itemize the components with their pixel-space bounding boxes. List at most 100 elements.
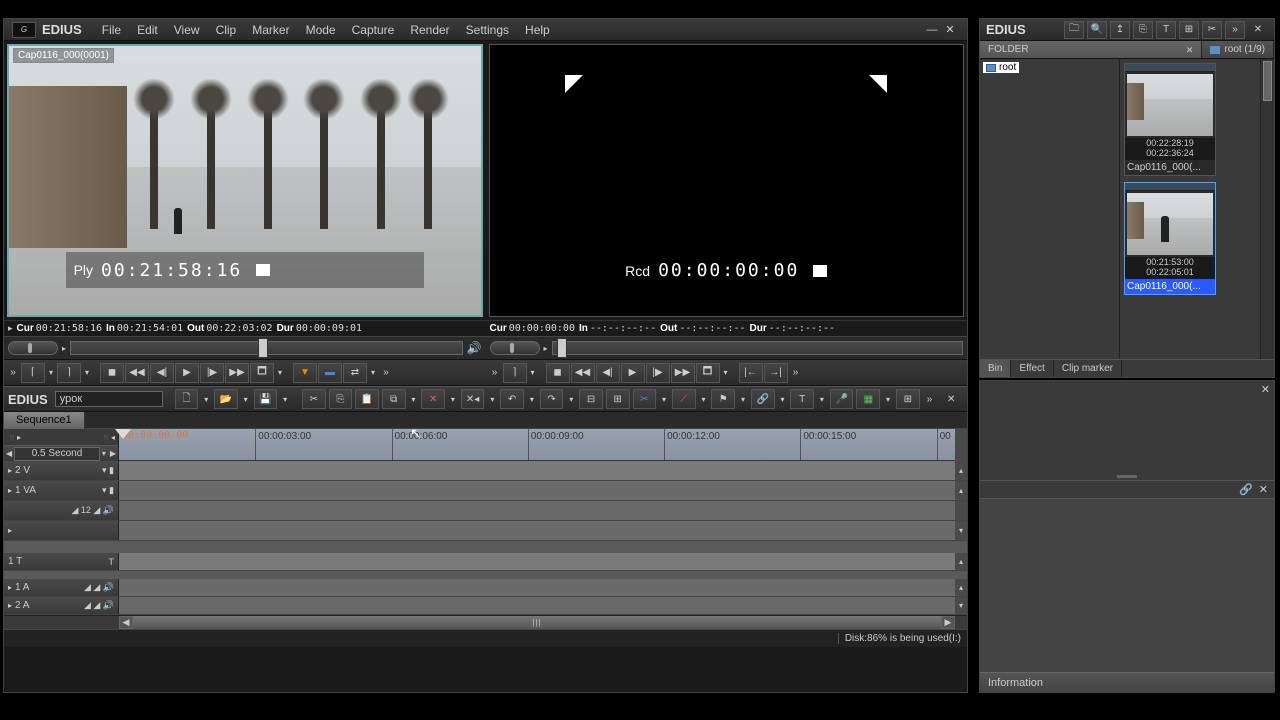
layout-button[interactable]: ⊞ xyxy=(896,389,920,409)
expand-icon[interactable]: » xyxy=(789,363,803,383)
open-button[interactable]: 📂 xyxy=(214,389,238,409)
jog-wheel[interactable] xyxy=(8,341,58,355)
split-button[interactable]: ✂ xyxy=(633,389,657,409)
track-header[interactable]: ▸1 A◢ ◢ 🔊 xyxy=(4,579,119,596)
scroll-right-button[interactable]: ▶ xyxy=(941,616,955,629)
seq-close-button[interactable]: ✕ xyxy=(939,389,963,409)
record-scrubber[interactable] xyxy=(552,341,963,355)
more-icon[interactable]: » xyxy=(1225,21,1245,39)
step-back-button[interactable]: ◀| xyxy=(150,363,174,383)
loop-button[interactable]: 🗖 xyxy=(250,363,274,383)
trim-button[interactable]: ⟋ xyxy=(672,389,696,409)
undo-button[interactable]: ↶ xyxy=(500,389,524,409)
effect-tab[interactable]: Effect xyxy=(1011,360,1053,377)
expand-icon[interactable]: » xyxy=(923,389,937,409)
track-scroll[interactable]: ▴ xyxy=(955,579,967,596)
track-lane[interactable] xyxy=(119,553,955,570)
menu-clip[interactable]: Clip xyxy=(208,23,245,37)
track-lane[interactable] xyxy=(119,501,955,520)
timeline-ruler[interactable]: 00:00:00:00 00:00:03:00 00:00:06:00 00:0… xyxy=(119,429,955,461)
redo-button[interactable]: ↷ xyxy=(540,389,564,409)
track-scroll[interactable]: ▴ xyxy=(955,553,967,570)
title-button[interactable]: T xyxy=(790,389,814,409)
new-button[interactable]: 🗋 xyxy=(175,389,199,409)
folder-tab[interactable]: FOLDER✕ xyxy=(980,41,1202,58)
zoom-dd[interactable]: ▾ xyxy=(100,449,108,458)
timeline-zoom-select[interactable]: 0.5 Second xyxy=(14,447,100,461)
information-tab[interactable]: Information xyxy=(980,672,1274,692)
menu-view[interactable]: View xyxy=(166,23,208,37)
ripple-delete-button[interactable]: ✕◂ xyxy=(461,389,485,409)
info-close-button[interactable]: ✕ xyxy=(1261,383,1270,396)
rewind-button[interactable]: ◀◀ xyxy=(125,363,149,383)
scroll-left-button[interactable]: ◀ xyxy=(119,616,133,629)
scroll-thumb[interactable]: ||| xyxy=(133,616,941,629)
clip-card[interactable]: 00:22:28:1900:22:36:24 Cap0116_000(... xyxy=(1124,63,1216,176)
save-button[interactable]: 💾 xyxy=(254,389,278,409)
menu-help[interactable]: Help xyxy=(517,23,558,37)
insert-button[interactable]: ▼ xyxy=(293,363,317,383)
toggle2-button[interactable]: ⊞ xyxy=(606,389,630,409)
minimize-button[interactable]: — xyxy=(923,22,941,38)
next-edit-button[interactable]: →| xyxy=(764,363,788,383)
bin-tree[interactable]: root xyxy=(980,59,1120,359)
up-icon[interactable]: ↥ xyxy=(1110,21,1130,39)
sequence-tab[interactable]: Sequence1 xyxy=(4,412,85,429)
close-button[interactable]: ✕ xyxy=(941,22,959,38)
play-button[interactable]: ▶ xyxy=(175,363,199,383)
zoom-prev[interactable]: ◀ xyxy=(4,449,14,458)
bin-tab[interactable]: Bin xyxy=(980,360,1011,377)
close-icon[interactable]: ✕ xyxy=(1186,41,1194,59)
track-scroll[interactable]: ▴ xyxy=(955,481,967,500)
copy-button[interactable]: ⎘ xyxy=(329,389,353,409)
view-icon[interactable]: ⊞ xyxy=(1179,21,1199,39)
source-scrubber[interactable] xyxy=(70,341,463,355)
title-icon[interactable]: T xyxy=(1156,21,1176,39)
expand-icon[interactable]: » xyxy=(488,363,502,383)
new-clip-icon[interactable]: ⎘ xyxy=(1133,21,1153,39)
track-lane[interactable] xyxy=(119,521,955,540)
set-in-button[interactable]: ⌈ xyxy=(21,363,45,383)
render-button[interactable]: ▦ xyxy=(856,389,880,409)
replace-button[interactable]: ⇄ xyxy=(343,363,367,383)
cut-icon[interactable]: ✂ xyxy=(1202,21,1222,39)
menu-capture[interactable]: Capture xyxy=(344,23,403,37)
bin-clips[interactable]: 00:22:28:1900:22:36:24 Cap0116_000(... 0… xyxy=(1120,59,1260,359)
zoom-next[interactable]: ▶ xyxy=(108,449,118,458)
loop-button[interactable]: 🗖 xyxy=(696,363,720,383)
track-header[interactable]: ▸ xyxy=(4,521,119,540)
root-tab[interactable]: root (1/9) xyxy=(1202,41,1274,58)
resize-handle-icon[interactable] xyxy=(1117,475,1137,478)
clip-marker-tab[interactable]: Clip marker xyxy=(1054,360,1122,377)
track-lane[interactable] xyxy=(119,481,955,500)
step-fwd-button[interactable]: |▶ xyxy=(646,363,670,383)
step-back-button[interactable]: ◀| xyxy=(596,363,620,383)
delete-button[interactable]: ✕ xyxy=(421,389,445,409)
search-icon[interactable]: 🔍 xyxy=(1087,21,1107,39)
track-lane[interactable] xyxy=(119,597,955,614)
link-icon[interactable]: 🔗 xyxy=(1239,483,1253,496)
stop-button[interactable]: ◼ xyxy=(100,363,124,383)
paste-attr-button[interactable]: ⧉ xyxy=(382,389,406,409)
toggle1-button[interactable]: ⊟ xyxy=(579,389,603,409)
folder-icon[interactable]: 🗀 xyxy=(1064,21,1084,39)
rewind-button[interactable]: ◀◀ xyxy=(571,363,595,383)
track-scroll[interactable]: ▾ xyxy=(955,521,967,540)
fast-fwd-button[interactable]: ▶▶ xyxy=(225,363,249,383)
track-scroll[interactable]: ▴ xyxy=(955,461,967,480)
track-header[interactable]: ▸2 V▾ ▮ xyxy=(4,461,119,480)
stop-button[interactable]: ◼ xyxy=(546,363,570,383)
menu-settings[interactable]: Settings xyxy=(458,23,517,37)
set-out-button[interactable]: ⌉ xyxy=(503,363,527,383)
record-viewport[interactable]: Rcd 00:00:00:00 xyxy=(489,44,965,317)
prev-edit-button[interactable]: |← xyxy=(739,363,763,383)
cut-button[interactable]: ✂ xyxy=(302,389,326,409)
menu-marker[interactable]: Marker xyxy=(244,23,297,37)
expand-icon[interactable]: » xyxy=(379,363,393,383)
bin-scrollbar[interactable] xyxy=(1260,59,1274,359)
overwrite-button[interactable]: ▬ xyxy=(318,363,342,383)
step-fwd-button[interactable]: |▶ xyxy=(200,363,224,383)
track-header[interactable]: ▸1 VA▾ ▮ xyxy=(4,481,119,500)
menu-render[interactable]: Render xyxy=(402,23,457,37)
audio-button[interactable]: 🎤 xyxy=(830,389,854,409)
